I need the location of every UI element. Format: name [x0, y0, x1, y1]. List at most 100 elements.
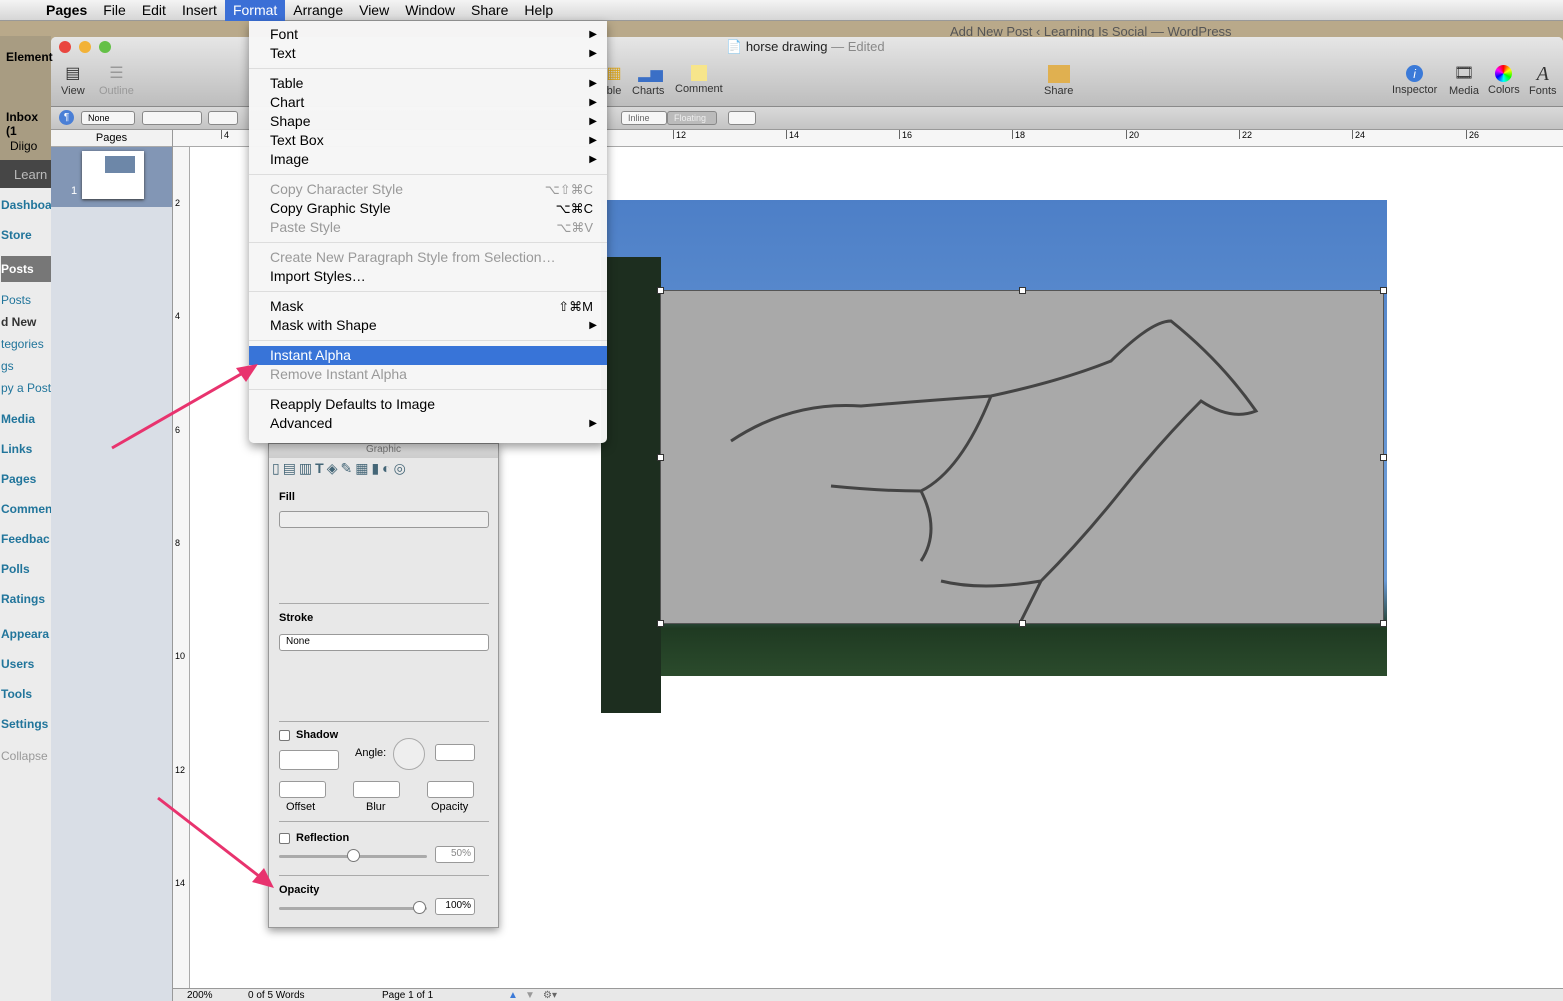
menu-item-instant-alpha[interactable]: Instant Alpha — [249, 346, 607, 365]
paragraph-style-select[interactable]: None — [81, 111, 135, 125]
wp-item[interactable]: Feedbac — [1, 532, 51, 546]
stroke-select[interactable]: None — [279, 634, 489, 651]
charts-button[interactable]: ▂▅ Charts — [632, 65, 664, 97]
menu-view[interactable]: View — [351, 0, 397, 21]
menu-item-import-styles[interactable]: Import Styles… — [249, 267, 607, 286]
menu-arrange[interactable]: Arrange — [285, 0, 351, 21]
wp-item[interactable]: d New — [1, 315, 51, 329]
selection-handle[interactable] — [657, 620, 664, 627]
wp-item[interactable]: py a Post — [1, 381, 51, 395]
wp-item[interactable]: gs — [1, 359, 51, 373]
wp-item[interactable]: Media — [1, 412, 51, 426]
wp-item[interactable]: Commen — [1, 502, 51, 516]
wp-item[interactable]: tegories — [1, 337, 51, 351]
menu-item-copy-graphic-style[interactable]: Copy Graphic Style ⌥⌘C — [249, 199, 607, 218]
menu-help[interactable]: Help — [516, 0, 561, 21]
selection-handle[interactable] — [1380, 454, 1387, 461]
menu-item-font[interactable]: Font ▶ — [249, 25, 607, 44]
inspector-tabs[interactable]: ▯▤▥T◈✎▦▮◐◎ — [272, 460, 497, 482]
reflection-slider-knob[interactable] — [347, 849, 360, 862]
blur-field[interactable] — [353, 781, 400, 798]
selection-handle[interactable] — [1380, 287, 1387, 294]
reflection-field[interactable]: 50% — [435, 846, 475, 863]
fonts-button[interactable]: A Fonts — [1529, 64, 1557, 97]
wp-item[interactable]: Store — [1, 228, 51, 242]
menu-share[interactable]: Share — [463, 0, 516, 21]
wp-item[interactable]: Appeara — [1, 627, 51, 641]
wp-item[interactable]: Ratings — [1, 592, 51, 606]
menu-item-mask[interactable]: Mask ⇧⌘M — [249, 297, 607, 316]
wp-item[interactable]: Users — [1, 657, 51, 671]
close-button[interactable] — [59, 41, 71, 53]
menu-item-text-box[interactable]: Text Box ▶ — [249, 131, 607, 150]
selection-handle[interactable] — [657, 287, 664, 294]
menu-item-mask-with-shape[interactable]: Mask with Shape ▶ — [249, 316, 607, 335]
media-button[interactable]: 🎞 Media — [1449, 65, 1479, 97]
opacity-slider-knob[interactable] — [413, 901, 426, 914]
menu-format[interactable]: Format — [224, 0, 286, 21]
menu-item-image[interactable]: Image ▶ — [249, 150, 607, 169]
paragraph-styles-icon[interactable]: ¶ — [59, 110, 74, 125]
floating-button[interactable]: Floating — [667, 111, 717, 125]
minimize-button[interactable] — [79, 41, 91, 53]
wp-item[interactable]: Settings — [1, 717, 51, 731]
share-button[interactable]: Share — [1044, 65, 1073, 97]
menu-item-advanced[interactable]: Advanced ▶ — [249, 414, 607, 433]
reflection-checkbox[interactable] — [279, 833, 290, 844]
opacity-field[interactable]: 100% — [435, 898, 475, 915]
menu-item-chart[interactable]: Chart ▶ — [249, 93, 607, 112]
menu-file[interactable]: File — [95, 0, 134, 21]
shadow-color-well[interactable] — [279, 750, 339, 770]
zoom-button[interactable] — [99, 41, 111, 53]
menu-item-table[interactable]: Table ▶ — [249, 74, 607, 93]
menu-item-text[interactable]: Text ▶ — [249, 44, 607, 63]
outline-button[interactable]: ☰ Outline — [99, 65, 134, 97]
wp-item[interactable]: Links — [1, 442, 51, 456]
selection-handle[interactable] — [657, 454, 664, 461]
menu-app[interactable]: Pages — [38, 0, 95, 21]
previous-page-icon[interactable]: ▲ — [508, 990, 518, 1001]
wp-item[interactable]: Polls — [1, 562, 51, 576]
angle-field[interactable] — [435, 744, 475, 761]
menu-item-create-new-paragraph-style-from-selection[interactable]: Create New Paragraph Style from Selectio… — [249, 248, 607, 267]
shadow-opacity-field[interactable] — [427, 781, 474, 798]
character-style-select[interactable] — [142, 111, 202, 125]
menu-item-shape[interactable]: Shape ▶ — [249, 112, 607, 131]
page-thumbnail[interactable] — [82, 151, 144, 199]
wp-item[interactable]: Posts — [1, 256, 51, 282]
menu-item-remove-instant-alpha[interactable]: Remove Instant Alpha — [249, 365, 607, 384]
menu-item-copy-character-style[interactable]: Copy Character Style ⌥⇧⌘C — [249, 180, 607, 199]
comment-button[interactable]: Comment — [675, 65, 723, 95]
shadow-checkbox[interactable] — [279, 730, 290, 741]
menu-window[interactable]: Window — [397, 0, 463, 21]
wp-item[interactable]: Collapse — [1, 749, 51, 763]
menu-item-paste-style[interactable]: Paste Style ⌥⌘V — [249, 218, 607, 237]
apple-icon[interactable] — [0, 0, 38, 21]
inspector-button[interactable]: i Inspector — [1392, 65, 1437, 96]
view-button[interactable]: ▤ View — [61, 65, 85, 97]
offset-field[interactable] — [279, 781, 326, 798]
page-thumbnail-selected[interactable]: 1 — [51, 147, 172, 207]
wp-item[interactable]: Tools — [1, 687, 51, 701]
selection-handle[interactable] — [1380, 620, 1387, 627]
zoom-select[interactable]: 200% — [187, 990, 213, 1001]
wrap-select[interactable] — [728, 111, 756, 125]
colors-button[interactable]: Colors — [1488, 65, 1520, 96]
wp-item[interactable]: Pages — [1, 472, 51, 486]
fill-select[interactable] — [279, 511, 489, 528]
table-button[interactable]: ▦ ble — [604, 65, 624, 97]
list-style-field[interactable] — [208, 111, 238, 125]
wp-item[interactable]: Dashboa — [1, 198, 51, 212]
next-page-icon[interactable]: ▼ — [525, 990, 535, 1001]
selection-handle[interactable] — [1019, 620, 1026, 627]
menu-item-reapply-defaults-to-image[interactable]: Reapply Defaults to Image — [249, 395, 607, 414]
inline-button[interactable]: Inline — [621, 111, 667, 125]
selection-handle[interactable] — [1019, 287, 1026, 294]
gear-icon[interactable]: ⚙▾ — [543, 990, 557, 1001]
angle-dial[interactable] — [393, 738, 425, 770]
wp-item[interactable]: Posts — [1, 293, 51, 307]
horse-drawing-image[interactable] — [657, 287, 1387, 627]
menu-insert[interactable]: Insert — [174, 0, 225, 21]
menu-edit[interactable]: Edit — [134, 0, 174, 21]
opacity-slider[interactable] — [279, 907, 427, 910]
